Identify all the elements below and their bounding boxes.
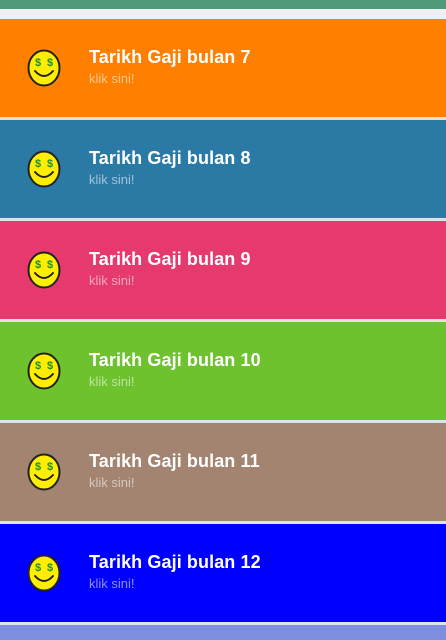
svg-text:$: $ — [35, 562, 41, 574]
list-item-title: Tarikh Gaji bulan 12 — [89, 552, 261, 572]
list-item-subtitle: klik sini! — [89, 374, 135, 389]
money-smiley-icon: $ $ — [27, 352, 61, 390]
list-item-bulan-11[interactable]: $ $ Tarikh Gaji bulan 11 klik sini! — [0, 423, 446, 521]
list-item-subtitle: klik sini! — [89, 576, 135, 591]
app-screen: $ $ Tarikh Gaji bulan 7 klik sini! $ $ Tar… — [0, 0, 446, 640]
list-item-subtitle: klik sini! — [89, 71, 135, 86]
top-status-strip — [0, 0, 446, 9]
money-smiley-icon: $ $ — [27, 251, 61, 289]
svg-text:$: $ — [35, 158, 41, 170]
list-item-title: Tarikh Gaji bulan 11 — [89, 451, 260, 471]
svg-text:$: $ — [35, 360, 41, 372]
svg-text:$: $ — [35, 57, 41, 69]
list-item-subtitle: klik sini! — [89, 172, 135, 187]
salary-date-list: $ $ Tarikh Gaji bulan 7 klik sini! $ $ Tar… — [0, 19, 446, 625]
list-item-bulan-12[interactable]: $ $ Tarikh Gaji bulan 12 klik sini! — [0, 524, 446, 622]
money-smiley-icon: $ $ — [27, 554, 61, 592]
list-item-bulan-10[interactable]: $ $ Tarikh Gaji bulan 10 klik sini! — [0, 322, 446, 420]
svg-text:$: $ — [47, 562, 53, 574]
money-smiley-icon: $ $ — [27, 150, 61, 188]
svg-text:$: $ — [47, 360, 53, 372]
list-item-bulan-8[interactable]: $ $ Tarikh Gaji bulan 8 klik sini! — [0, 120, 446, 218]
list-item-subtitle: klik sini! — [89, 475, 135, 490]
svg-text:$: $ — [47, 259, 53, 271]
list-top-spacer — [0, 9, 446, 19]
svg-text:$: $ — [35, 259, 41, 271]
list-item-bulan-7[interactable]: $ $ Tarikh Gaji bulan 7 klik sini! — [0, 19, 446, 117]
svg-text:$: $ — [47, 158, 53, 170]
list-item-title: Tarikh Gaji bulan 7 — [89, 47, 251, 67]
svg-text:$: $ — [35, 461, 41, 473]
svg-text:$: $ — [47, 461, 53, 473]
list-item-title: Tarikh Gaji bulan 8 — [89, 148, 251, 168]
list-item-title: Tarikh Gaji bulan 10 — [89, 350, 261, 370]
list-item-subtitle: klik sini! — [89, 273, 135, 288]
money-smiley-icon: $ $ — [27, 49, 61, 87]
money-smiley-icon: $ $ — [27, 453, 61, 491]
svg-text:$: $ — [47, 57, 53, 69]
list-item-title: Tarikh Gaji bulan 9 — [89, 249, 251, 269]
next-list-item-partial[interactable] — [0, 625, 446, 640]
list-item-bulan-9[interactable]: $ $ Tarikh Gaji bulan 9 klik sini! — [0, 221, 446, 319]
